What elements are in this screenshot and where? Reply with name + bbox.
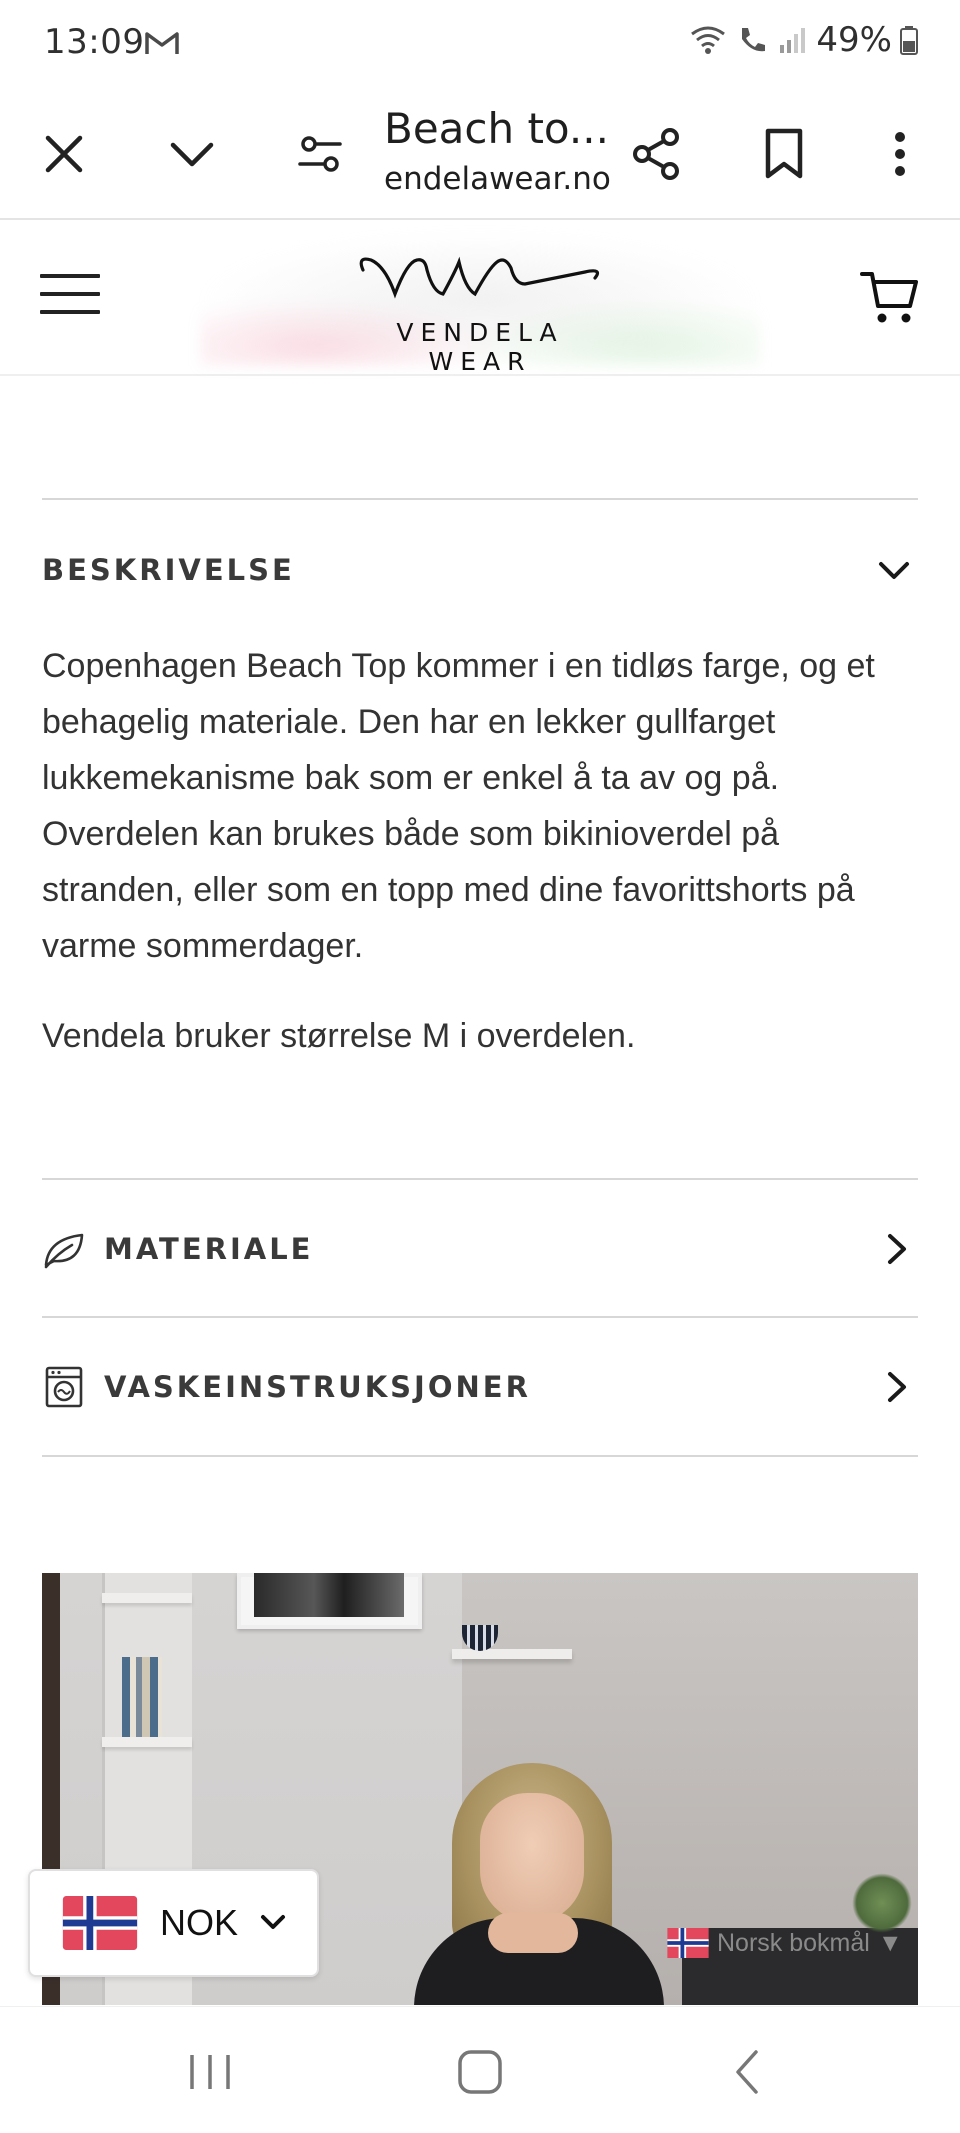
chevron-down-icon[interactable] xyxy=(878,560,910,582)
cart-icon[interactable] xyxy=(860,268,920,328)
currency-label: NOK xyxy=(160,1902,239,1943)
norway-flag-icon xyxy=(62,1896,138,1950)
battery-icon xyxy=(900,26,918,55)
bookmark-icon xyxy=(765,128,803,179)
menu-button[interactable] xyxy=(40,274,100,320)
menu-line xyxy=(40,274,100,278)
status-bar: 13:09 49% xyxy=(0,0,960,90)
page-settings-icon xyxy=(298,136,342,172)
section-divider xyxy=(42,1455,918,1457)
more-vert-icon xyxy=(895,132,905,176)
photo-person-face xyxy=(480,1793,584,1923)
currency-selector[interactable]: NOK xyxy=(28,1869,319,1977)
monogram-logo-icon xyxy=(359,256,599,299)
chevron-right-icon xyxy=(888,1234,906,1264)
washing-machine-icon xyxy=(45,1366,83,1408)
gmail-icon xyxy=(145,32,179,54)
photo-plant xyxy=(852,1873,912,1933)
custom-tab-toolbar: Beach to... endelawear.no xyxy=(0,90,960,220)
section-divider xyxy=(42,498,918,500)
home-icon[interactable] xyxy=(450,2047,510,2097)
bookmark-button[interactable] xyxy=(746,116,822,192)
wifi-calling-icon xyxy=(691,26,726,54)
close-icon xyxy=(45,135,83,173)
menu-line xyxy=(40,292,100,296)
brand-logo[interactable]: VENDELA WEAR xyxy=(340,248,620,376)
description-fit-note: Vendela bruker størrelse M i overdelen. xyxy=(42,1017,636,1055)
language-label: Norsk bokmål xyxy=(717,1928,870,1957)
language-dropdown-arrow: ▼ xyxy=(877,1928,903,1957)
back-icon[interactable] xyxy=(718,2047,778,2097)
page-settings-button[interactable] xyxy=(282,116,358,192)
page-url: endelawear.no xyxy=(384,161,611,197)
tab-title-block[interactable]: Beach to... endelawear.no xyxy=(384,100,614,200)
description-paragraph: Copenhagen Beach Top kommer i en tidløs … xyxy=(42,647,875,965)
more-options-button[interactable] xyxy=(862,116,938,192)
description-heading[interactable]: BESKRIVELSE xyxy=(42,553,295,587)
photo-books xyxy=(122,1657,162,1737)
signal-icon xyxy=(780,28,806,53)
norway-flag-icon xyxy=(667,1928,709,1958)
accordion-vaskeinstruksjoner[interactable]: VASKEINSTRUKSJONER xyxy=(42,1318,918,1456)
brand-name: VENDELA WEAR xyxy=(396,318,564,376)
chevron-down-icon xyxy=(261,1915,286,1929)
recent-apps-icon[interactable] xyxy=(180,2047,240,2097)
chevron-down-icon xyxy=(170,142,214,167)
language-selector[interactable]: Norsk bokmål ▼ xyxy=(667,1928,903,1958)
share-button[interactable] xyxy=(618,116,694,192)
leaf-icon xyxy=(44,1233,84,1269)
status-right: 49% xyxy=(690,20,918,60)
minimize-tab-button[interactable] xyxy=(154,116,230,192)
photo-wall-shelf xyxy=(452,1649,572,1659)
photo-person-hands xyxy=(488,1913,578,1953)
page-title: Beach to... xyxy=(384,104,609,153)
site-header: VENDELA WEAR xyxy=(0,222,960,376)
accordion-label: VASKEINSTRUKSJONER xyxy=(104,1370,531,1404)
photo-shelf xyxy=(102,1593,192,1603)
photo-artwork xyxy=(254,1573,404,1617)
volte-call-icon xyxy=(742,28,766,52)
share-icon xyxy=(633,128,679,180)
status-time: 13:09 xyxy=(44,22,145,62)
accordion-label: MATERIALE xyxy=(104,1232,314,1266)
system-nav-bar xyxy=(0,2006,960,2133)
photo-shelf xyxy=(102,1737,192,1747)
accordion-materiale[interactable]: MATERIALE xyxy=(42,1180,918,1318)
chevron-right-icon xyxy=(888,1372,906,1402)
menu-line xyxy=(40,310,100,314)
close-tab-button[interactable] xyxy=(26,116,102,192)
battery-percent: 49% xyxy=(816,20,892,60)
